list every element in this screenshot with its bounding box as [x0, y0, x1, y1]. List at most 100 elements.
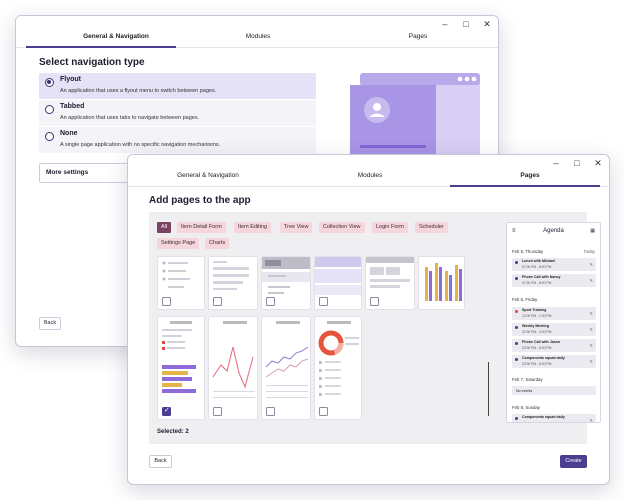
thumbnail-preview: [212, 321, 255, 398]
today-link: Today: [583, 249, 595, 254]
minimize-icon[interactable]: –: [550, 157, 562, 169]
select-checkbox[interactable]: [213, 407, 222, 416]
close-icon[interactable]: ✕: [481, 18, 493, 30]
select-checkbox[interactable]: [319, 297, 328, 306]
option-description: An application that uses tabs to navigat…: [60, 115, 200, 121]
option-description: An application that uses a flyout menu t…: [60, 88, 217, 94]
option-none[interactable]: None A single page application with no s…: [39, 127, 316, 153]
pages-panel: All Item Detail Form Item Editing Tree V…: [149, 212, 601, 444]
page-thumbnail-login-form[interactable]: [365, 256, 415, 310]
wizard-tabs: General & Navigation Modules Pages: [16, 32, 498, 48]
select-checkbox[interactable]: [266, 407, 275, 416]
edit-icon: ✎: [589, 359, 593, 364]
edit-icon: ✎: [589, 262, 593, 267]
option-title: Tabbed: [60, 103, 85, 110]
active-tab-indicator: [26, 46, 176, 48]
add-pages-window: – □ ✕ General & Navigation Modules Pages…: [127, 154, 610, 485]
agenda-event: No events: [512, 386, 596, 395]
page-thumbnail-item-detail[interactable]: [157, 256, 205, 310]
edit-icon: ✎: [589, 343, 593, 348]
agenda-date: Feb 8, Sunday: [512, 405, 540, 410]
page-thumbnail-charts-selected[interactable]: [157, 316, 205, 420]
agenda-preview: ≡ Agenda ▦ Feb 5, Thursday Today Lunch w…: [506, 222, 601, 423]
minimize-icon[interactable]: –: [439, 18, 451, 30]
page-thumbnail-line-chart[interactable]: [208, 316, 258, 420]
select-checkbox[interactable]: [213, 297, 222, 306]
maximize-icon[interactable]: □: [571, 157, 583, 169]
radio-tabbed[interactable]: [45, 105, 54, 114]
title-bar: – □ ✕: [128, 155, 609, 171]
tab-modules[interactable]: Modules: [196, 33, 320, 40]
agenda-event: Components squad daily ✎: [512, 414, 596, 423]
edit-icon: ✎: [589, 278, 593, 283]
chip-charts[interactable]: Charts: [205, 238, 230, 249]
option-flyout[interactable]: Flyout An application that uses a flyout…: [39, 73, 316, 99]
more-settings-button[interactable]: More settings: [39, 163, 129, 183]
page-thumbnail-scheduler[interactable]: [418, 256, 465, 310]
agenda-event: Phone Call with Nancy 07:30 PM - 8:30 PM…: [512, 274, 596, 287]
chip-collection-view[interactable]: Collection View: [319, 222, 365, 233]
tab-modules[interactable]: Modules: [308, 172, 432, 179]
chip-item-detail-form[interactable]: Item Detail Form: [177, 222, 226, 233]
thumbnail-preview: [162, 321, 196, 393]
chip-item-editing[interactable]: Item Editing: [234, 222, 272, 233]
thumbnail-preview: [213, 261, 249, 290]
page-thumbnail-item-editing[interactable]: [208, 256, 258, 310]
chip-settings-page[interactable]: Settings Page: [157, 238, 200, 249]
thumbnail-preview: [318, 321, 359, 396]
maximize-icon[interactable]: □: [460, 18, 472, 30]
select-checkbox[interactable]: [319, 407, 328, 416]
thumbnail-preview: [366, 257, 414, 288]
agenda-date: Feb 7, Saturday: [512, 377, 543, 382]
option-title: None: [60, 130, 78, 137]
select-checkbox[interactable]: [370, 297, 379, 306]
chip-login-form[interactable]: Login Form: [372, 222, 408, 233]
close-icon[interactable]: ✕: [592, 157, 604, 169]
edit-icon: ✎: [589, 327, 593, 332]
option-description: A single page application with no specif…: [60, 142, 221, 148]
agenda-event: Components squad daily 03:30 PM - 5:00 P…: [512, 355, 596, 368]
page-thumbnail-tree-view[interactable]: [261, 256, 311, 310]
agenda-date: Feb 6, Friday: [512, 297, 538, 302]
page-thumbnail-trend-chart[interactable]: [261, 316, 311, 420]
title-bar: – □ ✕: [16, 16, 498, 32]
chip-scheduler[interactable]: Scheduler: [415, 222, 448, 233]
thumbnail-preview: [262, 257, 310, 294]
tab-pages[interactable]: Pages: [468, 172, 592, 179]
thumbnail-preview: [162, 261, 190, 288]
radio-flyout[interactable]: [45, 78, 54, 87]
page-title: Select navigation type: [39, 57, 145, 68]
agenda-title: Agenda: [543, 228, 564, 234]
page-thumbnail-collection-view[interactable]: [314, 256, 362, 310]
wizard-tabs: General & Navigation Modules Pages: [128, 171, 609, 187]
select-checkbox[interactable]: [162, 297, 171, 306]
agenda-event: Lunch with Michael 07:00 PM - 8:00 PM ✎: [512, 258, 596, 271]
thumbnails-scrollbar[interactable]: [488, 362, 489, 416]
tab-pages[interactable]: Pages: [356, 33, 480, 40]
radio-none[interactable]: [45, 132, 54, 141]
agenda-event: Weekly Meeting 02:30 PM - 3:00 PM ✎: [512, 323, 596, 336]
back-button[interactable]: Back: [149, 455, 172, 468]
tab-general-navigation[interactable]: General & Navigation: [143, 172, 273, 179]
thumbnail-preview: [265, 321, 309, 398]
thumbnail-preview: [315, 257, 361, 295]
back-button[interactable]: Back: [39, 317, 61, 330]
edit-icon: ✎: [589, 418, 593, 423]
tab-general-navigation[interactable]: General & Navigation: [36, 33, 196, 40]
selected-count: Selected: 2: [157, 429, 189, 435]
active-tab-indicator: [450, 185, 600, 187]
edit-icon: ✎: [589, 311, 593, 316]
option-title: Flyout: [60, 76, 81, 83]
agenda-event: Phone Call with Jason 03:30 PM - 5:00 PM…: [512, 339, 596, 352]
page-title: Add pages to the app: [149, 195, 251, 206]
page-thumbnail-donut-chart[interactable]: [314, 316, 362, 420]
calendar-icon: ▦: [590, 228, 595, 234]
agenda-event: Sport Training 12:00 PM - 1:00 PM ✎: [512, 307, 596, 320]
select-checkbox[interactable]: [266, 297, 275, 306]
thumbnail-preview: [425, 263, 462, 301]
option-tabbed[interactable]: Tabbed An application that uses tabs to …: [39, 100, 316, 126]
create-button[interactable]: Create: [560, 455, 587, 468]
chip-all[interactable]: All: [157, 222, 172, 233]
select-checkbox[interactable]: [162, 406, 171, 416]
chip-tree-view[interactable]: Tree View: [280, 222, 313, 233]
